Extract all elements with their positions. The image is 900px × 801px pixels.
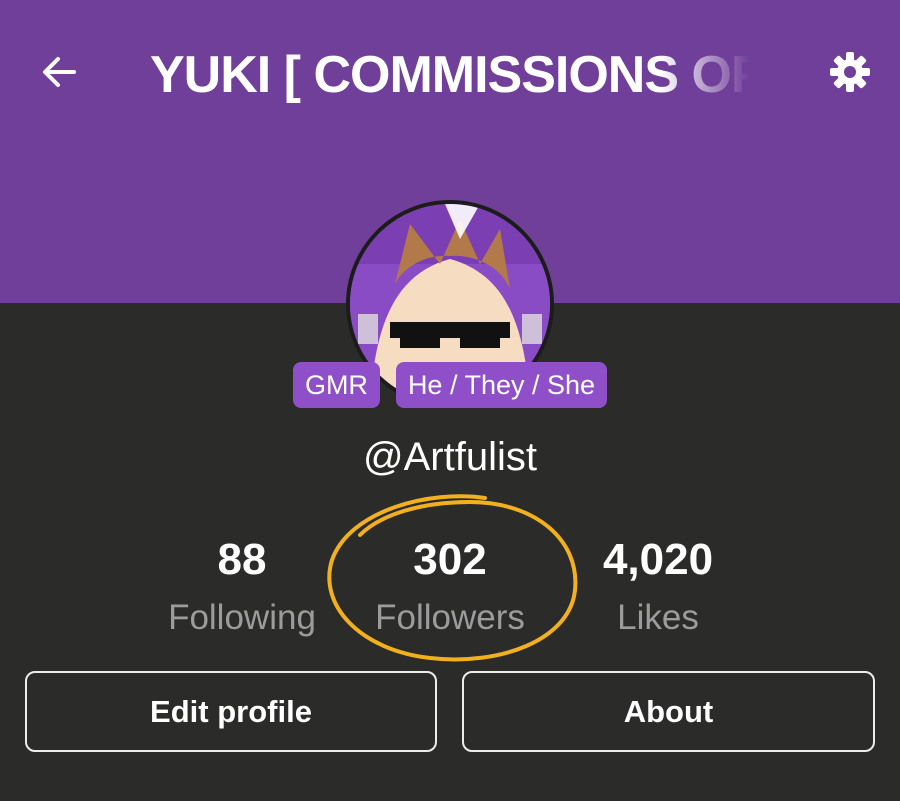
tag-pronouns: He / They / She xyxy=(395,362,608,408)
tag-gmr: GMR xyxy=(292,362,380,408)
stat-likes[interactable]: 4,020 Likes xyxy=(548,530,768,646)
followers-label: Followers xyxy=(375,598,525,637)
gear-icon xyxy=(830,52,870,92)
back-button[interactable] xyxy=(38,50,82,94)
followers-count: 302 xyxy=(413,535,487,584)
stat-following[interactable]: 88 Following xyxy=(132,530,352,646)
following-label: Following xyxy=(168,598,316,637)
following-count: 88 xyxy=(217,535,267,584)
edit-profile-button[interactable]: Edit profile xyxy=(25,671,437,752)
profile-title: YUKI [ COMMISSIONS OPEN ] xyxy=(150,46,750,104)
about-button[interactable]: About xyxy=(462,671,875,752)
profile-handle: @Artfulist xyxy=(363,435,537,479)
profile-tags: GMR He / They / She xyxy=(0,362,900,408)
stat-followers[interactable]: 302 Followers xyxy=(340,530,560,646)
likes-count: 4,020 xyxy=(602,535,714,584)
likes-label: Likes xyxy=(617,598,699,637)
arrow-left-icon xyxy=(43,57,76,87)
settings-button[interactable] xyxy=(828,50,872,94)
